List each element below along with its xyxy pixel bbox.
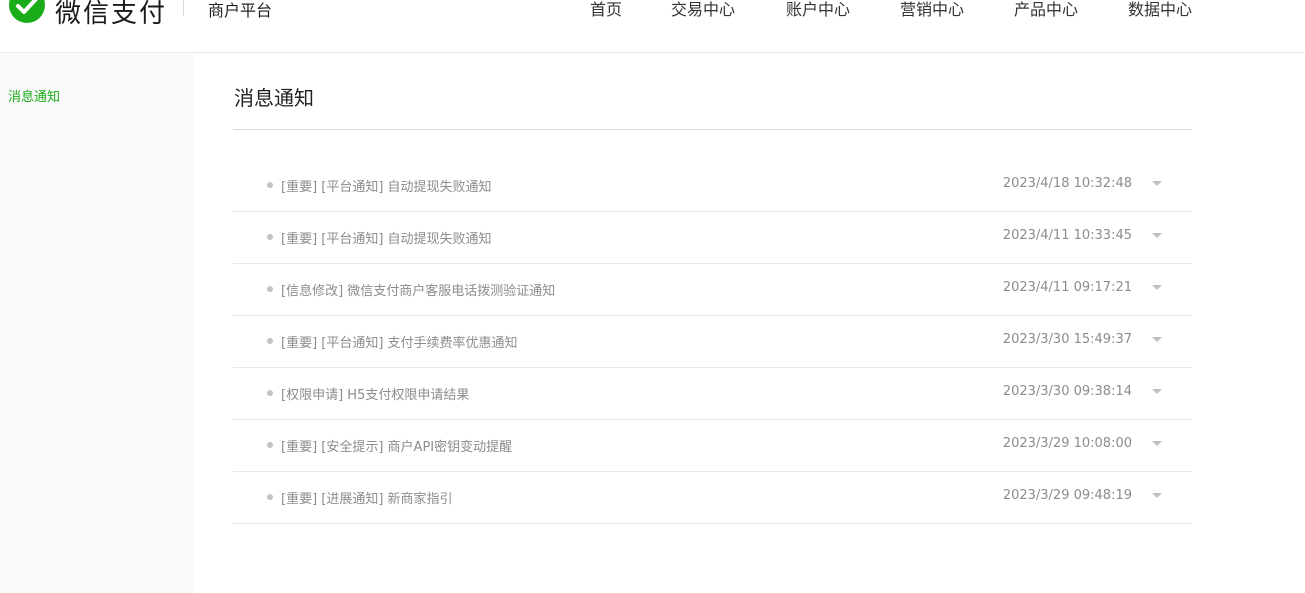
message-time: 2023/3/29 09:48:19 [1002, 488, 1132, 503]
message-row[interactable]: [重要] [平台通知] 自动提现失败通知 2023/4/18 10:32:48 [233, 160, 1192, 212]
bullet-dot-icon [267, 390, 273, 396]
page-title: 消息通知 [234, 86, 314, 110]
nav-account-center[interactable]: 账户中心 [786, 0, 850, 20]
message-row[interactable]: [重要] [进展通知] 新商家指引 2023/3/29 09:48:19 [233, 472, 1192, 524]
wechat-pay-logo-icon[interactable] [7, 0, 47, 24]
bullet-dot-icon [267, 494, 273, 500]
bullet-dot-icon [267, 234, 273, 240]
nav-trade-center[interactable]: 交易中心 [671, 0, 735, 20]
message-time: 2023/3/30 09:38:14 [1002, 384, 1132, 399]
message-time: 2023/4/11 09:17:21 [1002, 280, 1132, 295]
message-time: 2023/3/29 10:08:00 [1002, 436, 1132, 451]
message-subject[interactable]: [重要] [平台通知] 自动提现失败通知 [281, 228, 492, 247]
message-time: 2023/4/18 10:32:48 [1002, 176, 1132, 191]
message-time: 2023/3/30 15:49:37 [1002, 332, 1132, 347]
message-subject[interactable]: [信息修改] 微信支付商户客服电话拨测验证通知 [281, 280, 555, 299]
logo-divider [183, 0, 184, 16]
nav-data-center[interactable]: 数据中心 [1128, 0, 1192, 20]
nav-marketing-center[interactable]: 营销中心 [900, 0, 964, 20]
logo-text[interactable]: 微信支付 [55, 0, 167, 30]
expand-caret-icon[interactable] [1152, 181, 1162, 186]
bullet-dot-icon [267, 338, 273, 344]
expand-caret-icon[interactable] [1152, 441, 1162, 446]
message-subject[interactable]: [重要] [安全提示] 商户API密钥变动提醒 [281, 436, 512, 455]
message-row[interactable]: [重要] [平台通知] 自动提现失败通知 2023/4/11 10:33:45 [233, 212, 1192, 264]
expand-caret-icon[interactable] [1152, 493, 1162, 498]
message-subject[interactable]: [重要] [平台通知] 支付手续费率优惠通知 [281, 332, 518, 351]
message-subject[interactable]: [重要] [平台通知] 自动提现失败通知 [281, 176, 492, 195]
bullet-dot-icon [267, 182, 273, 188]
message-row[interactable]: [重要] [安全提示] 商户API密钥变动提醒 2023/3/29 10:08:… [233, 420, 1192, 472]
bullet-dot-icon [267, 442, 273, 448]
title-divider [233, 129, 1192, 130]
expand-caret-icon[interactable] [1152, 337, 1162, 342]
message-row[interactable]: [重要] [平台通知] 支付手续费率优惠通知 2023/3/30 15:49:3… [233, 316, 1192, 368]
nav-home[interactable]: 首页 [590, 0, 622, 20]
message-row[interactable]: [权限申请] H5支付权限申请结果 2023/3/30 09:38:14 [233, 368, 1192, 420]
message-time: 2023/4/11 10:33:45 [1002, 228, 1132, 243]
message-row[interactable]: [信息修改] 微信支付商户客服电话拨测验证通知 2023/4/11 09:17:… [233, 264, 1192, 316]
message-list: [重要] [平台通知] 自动提现失败通知 2023/4/18 10:32:48 … [233, 160, 1192, 524]
platform-name: 商户平台 [208, 1, 273, 20]
nav-product-center[interactable]: 产品中心 [1014, 0, 1078, 20]
top-header: 微信支付 商户平台 首页 交易中心 账户中心 营销中心 产品中心 数据中心 [0, 0, 1305, 53]
message-subject[interactable]: [权限申请] H5支付权限申请结果 [281, 384, 469, 403]
sidebar-item-notifications[interactable]: 消息通知 [8, 86, 60, 105]
expand-caret-icon[interactable] [1152, 233, 1162, 238]
sidebar: 消息通知 [0, 54, 193, 593]
expand-caret-icon[interactable] [1152, 285, 1162, 290]
message-subject[interactable]: [重要] [进展通知] 新商家指引 [281, 488, 453, 507]
expand-caret-icon[interactable] [1152, 389, 1162, 394]
bullet-dot-icon [267, 286, 273, 292]
